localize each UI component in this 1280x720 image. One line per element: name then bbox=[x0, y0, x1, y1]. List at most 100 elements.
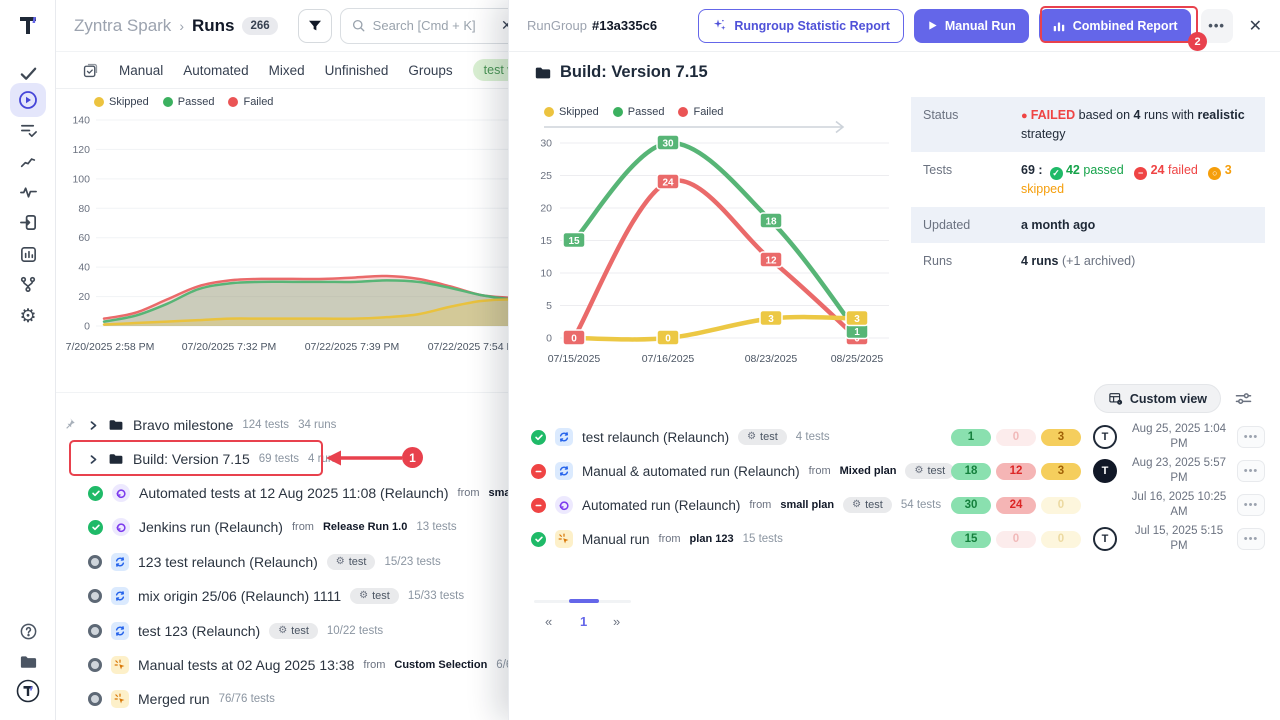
svg-text:20: 20 bbox=[78, 291, 90, 303]
sidebar-item-runs[interactable] bbox=[10, 83, 46, 117]
drawer-run-row[interactable]: Automated run (Relaunch) from small plan… bbox=[509, 490, 1280, 520]
tag-test[interactable]: ⚙test bbox=[350, 588, 399, 604]
from-label: from bbox=[458, 487, 480, 499]
result-pills: 30 24 0 bbox=[951, 497, 1081, 514]
assignee-avatar: T bbox=[1093, 425, 1117, 449]
tests-count: 54 tests bbox=[901, 499, 941, 511]
failed-pill: 12 bbox=[996, 463, 1036, 480]
svg-text:0: 0 bbox=[84, 321, 90, 333]
annotation-box-step2 bbox=[1040, 6, 1198, 43]
svg-text:60: 60 bbox=[78, 232, 90, 244]
run-title[interactable]: Manual & automated run (Relaunch) bbox=[582, 464, 800, 479]
svg-text:08/23/2025: 08/23/2025 bbox=[745, 353, 798, 365]
tests-count: 76/76 tests bbox=[219, 693, 275, 705]
assignee-avatar: T bbox=[1093, 459, 1117, 483]
page-title: Runs bbox=[192, 16, 235, 36]
tab-manual[interactable]: Manual bbox=[119, 63, 163, 78]
manual-run-button[interactable]: Manual Run bbox=[914, 9, 1029, 43]
tag-test[interactable]: ⚙test bbox=[905, 463, 954, 479]
line-chart-legend: Skipped Passed Failed bbox=[544, 106, 864, 118]
run-title[interactable]: Automated run (Relaunch) bbox=[582, 498, 740, 513]
row-more-button[interactable]: ••• bbox=[1237, 460, 1265, 482]
svg-text:1: 1 bbox=[854, 327, 860, 338]
pin-icon bbox=[63, 417, 76, 430]
status-passed-icon bbox=[88, 520, 103, 535]
drawer-run-row[interactable]: Manual & automated run (Relaunch) from M… bbox=[509, 456, 1280, 486]
row-more-button[interactable]: ••• bbox=[1237, 494, 1265, 516]
failed-dot-icon bbox=[228, 97, 238, 107]
drawer-run-row[interactable]: Manual run from plan 123 15 tests 15 0 0… bbox=[509, 524, 1280, 554]
passed-pill: 1 bbox=[951, 429, 991, 446]
bulk-select-icon[interactable] bbox=[82, 62, 99, 79]
profile-avatar[interactable] bbox=[10, 676, 46, 706]
svg-text:40: 40 bbox=[78, 262, 90, 274]
svg-text:80: 80 bbox=[78, 203, 90, 215]
sidebar-item-projects[interactable] bbox=[10, 646, 46, 676]
tag-test[interactable]: ⚙test bbox=[738, 429, 787, 445]
run-group-title[interactable]: Bravo milestone bbox=[133, 417, 233, 433]
sidebar-item-analytics-pulse[interactable] bbox=[10, 177, 46, 207]
mixed-run-icon bbox=[111, 553, 129, 571]
scrollbar-thumb[interactable] bbox=[569, 599, 599, 603]
run-title[interactable]: test 123 (Relaunch) bbox=[138, 623, 260, 639]
sidebar-item-milestones[interactable] bbox=[10, 145, 46, 175]
funnel-icon bbox=[307, 18, 323, 34]
legend-failed: Failed bbox=[228, 96, 273, 108]
sidebar-item-reports[interactable] bbox=[10, 239, 46, 269]
row-more-button[interactable]: ••• bbox=[1237, 528, 1265, 550]
run-title[interactable]: mix origin 25/06 (Relaunch) 1111 bbox=[138, 588, 341, 604]
sidebar-item-plans[interactable] bbox=[10, 115, 46, 145]
skipped-pill: 0 bbox=[1041, 497, 1081, 514]
mixed-run-icon bbox=[111, 622, 129, 640]
pagination-next[interactable]: » bbox=[613, 614, 620, 629]
sidebar-item-branches[interactable] bbox=[10, 269, 46, 299]
search-field[interactable]: ✕ bbox=[340, 8, 528, 44]
mixed-run-icon bbox=[555, 462, 573, 480]
search-input[interactable] bbox=[373, 18, 488, 33]
run-date: Aug 23, 2025 5:57 PM bbox=[1127, 456, 1231, 486]
tag-test[interactable]: ⚙test bbox=[327, 554, 376, 570]
run-title[interactable]: Manual tests at 02 Aug 2025 13:38 bbox=[138, 657, 354, 673]
close-drawer-button[interactable]: ✕ bbox=[1249, 16, 1262, 36]
svg-text:20: 20 bbox=[540, 203, 552, 215]
chevron-right-icon[interactable] bbox=[88, 420, 99, 431]
pagination-scrollbar[interactable] bbox=[534, 600, 631, 603]
run-title[interactable]: Manual run bbox=[582, 532, 650, 547]
pagination-prev[interactable]: « bbox=[545, 614, 552, 629]
tests-count: 15/33 tests bbox=[408, 590, 464, 602]
row-more-button[interactable]: ••• bbox=[1237, 426, 1265, 448]
build-trend-line-chart: 051015202530024120153018103307/15/202507… bbox=[524, 130, 899, 375]
pagination-page-1[interactable]: 1 bbox=[580, 614, 587, 629]
svg-text:08/25/2025: 08/25/2025 bbox=[831, 353, 884, 365]
sidebar-item-help[interactable] bbox=[10, 616, 46, 646]
sidebar-item-settings[interactable]: ⚙ bbox=[10, 301, 46, 331]
run-title[interactable]: Automated tests at 12 Aug 2025 11:08 (Re… bbox=[139, 485, 449, 501]
skipped-dot-icon: ○ bbox=[1208, 167, 1221, 180]
custom-view-button[interactable]: Custom view bbox=[1094, 384, 1221, 413]
tag-test[interactable]: ⚙test bbox=[269, 623, 318, 639]
drawer-run-row[interactable]: test relaunch (Relaunch) ⚙test 4 tests 1… bbox=[509, 422, 1280, 452]
filter-button[interactable] bbox=[298, 9, 332, 43]
sliders-icon[interactable] bbox=[1235, 391, 1252, 406]
run-title[interactable]: Merged run bbox=[138, 691, 210, 707]
tab-groups[interactable]: Groups bbox=[408, 63, 452, 78]
status-failed-icon bbox=[531, 498, 546, 513]
tag-test[interactable]: ⚙test bbox=[843, 497, 892, 513]
legend-skipped: Skipped bbox=[544, 106, 599, 118]
run-title[interactable]: 123 test relaunch (Relaunch) bbox=[138, 554, 318, 570]
breadcrumb-project[interactable]: Zyntra Spark bbox=[74, 16, 171, 36]
passed-pill: 15 bbox=[951, 531, 991, 548]
run-title[interactable]: Jenkins run (Relaunch) bbox=[139, 519, 283, 535]
rungroup-statistic-report-button[interactable]: Rungroup Statistic Report bbox=[698, 9, 904, 43]
tab-automated[interactable]: Automated bbox=[183, 63, 248, 78]
tab-mixed[interactable]: Mixed bbox=[269, 63, 305, 78]
passed-pill: 18 bbox=[951, 463, 991, 480]
sidebar-item-pull-requests[interactable] bbox=[10, 207, 46, 237]
run-title[interactable]: test relaunch (Relaunch) bbox=[582, 430, 729, 445]
legend-skipped: Skipped bbox=[94, 96, 149, 108]
svg-text:0: 0 bbox=[665, 334, 671, 345]
annotation-box-step1 bbox=[69, 440, 323, 476]
tab-unfinished[interactable]: Unfinished bbox=[325, 63, 389, 78]
tag-gear-icon: ⚙ bbox=[914, 466, 923, 476]
skipped-pill: 3 bbox=[1041, 463, 1081, 480]
